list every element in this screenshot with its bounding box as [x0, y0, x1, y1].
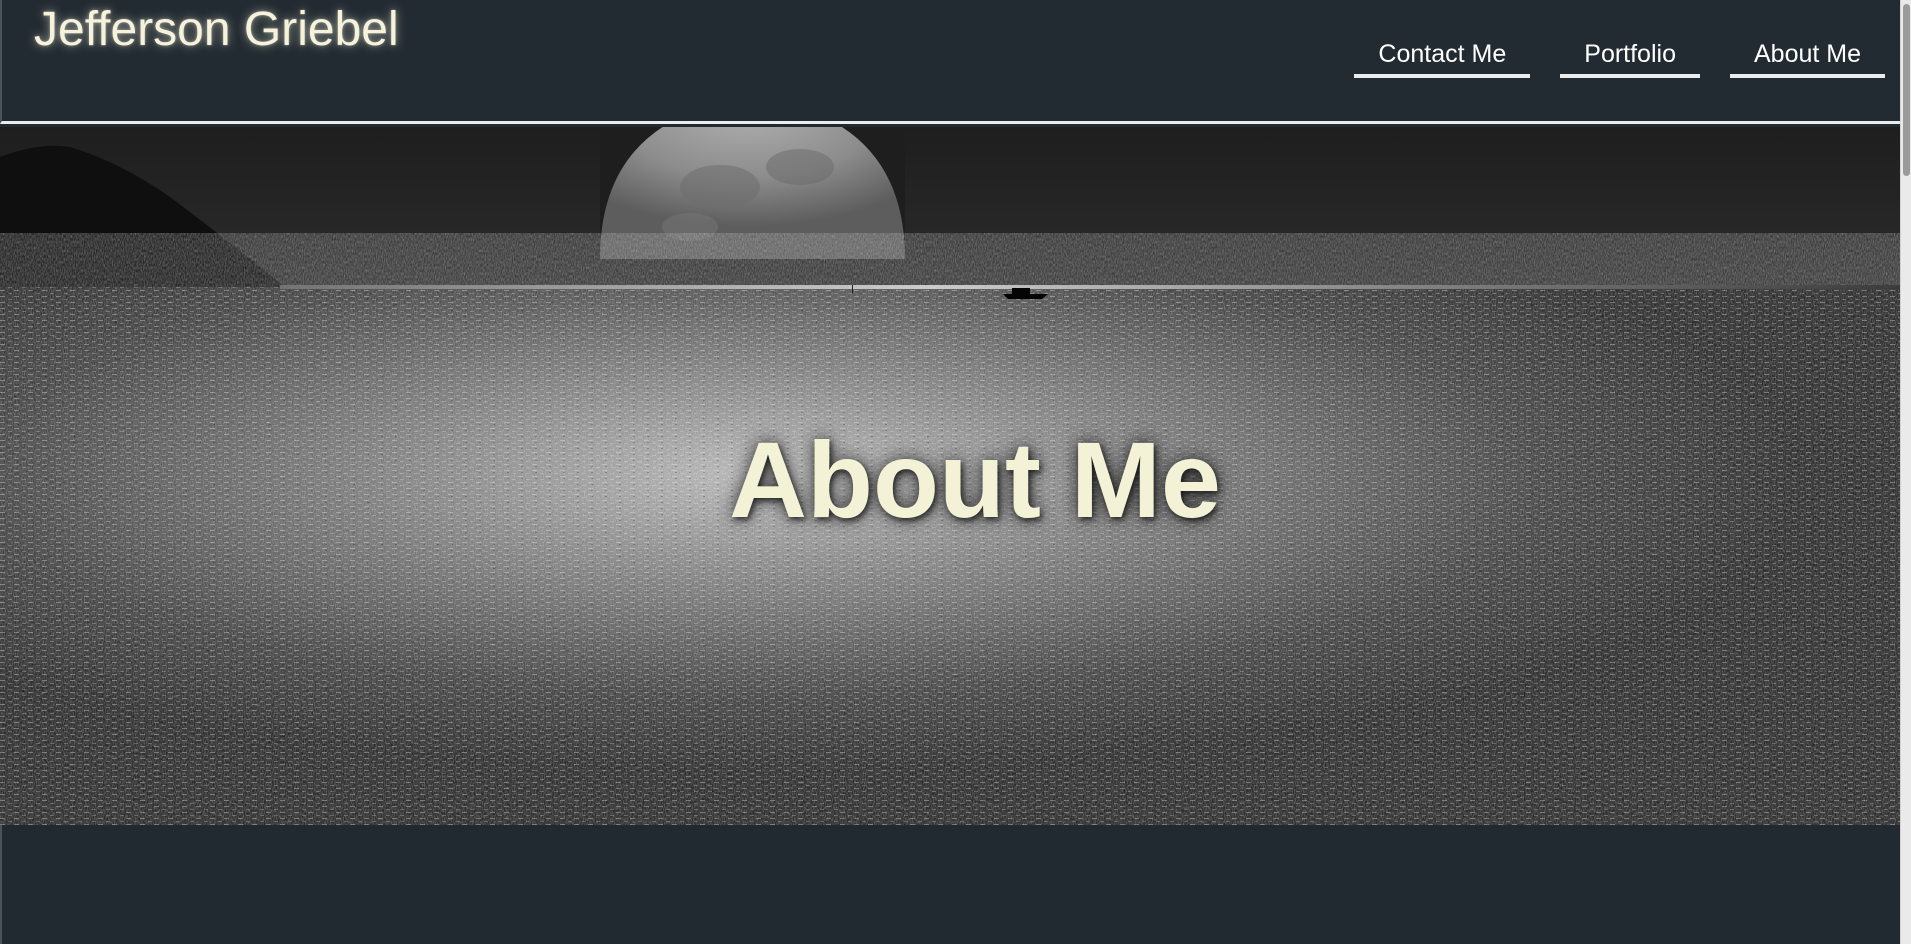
content-area	[0, 825, 1900, 944]
main-nav: Contact Me Portfolio About Me	[1354, 40, 1885, 78]
nav-about-me-link[interactable]: About Me	[1729, 40, 1885, 78]
hero-title: About Me	[729, 419, 1221, 540]
hero-section: About Me	[0, 127, 1900, 825]
site-header: Jefferson Griebel Contact Me Portfolio A…	[0, 0, 1900, 124]
site-title: Jefferson Griebel	[34, 3, 399, 56]
vertical-scrollbar[interactable]	[1900, 0, 1911, 944]
scrollbar-thumb[interactable]	[1903, 4, 1910, 176]
moon-shape	[600, 127, 905, 259]
nav-portfolio-link[interactable]: Portfolio	[1560, 40, 1700, 78]
nav-contact-me-link[interactable]: Contact Me	[1354, 40, 1531, 78]
page: Jefferson Griebel Contact Me Portfolio A…	[0, 0, 1911, 944]
